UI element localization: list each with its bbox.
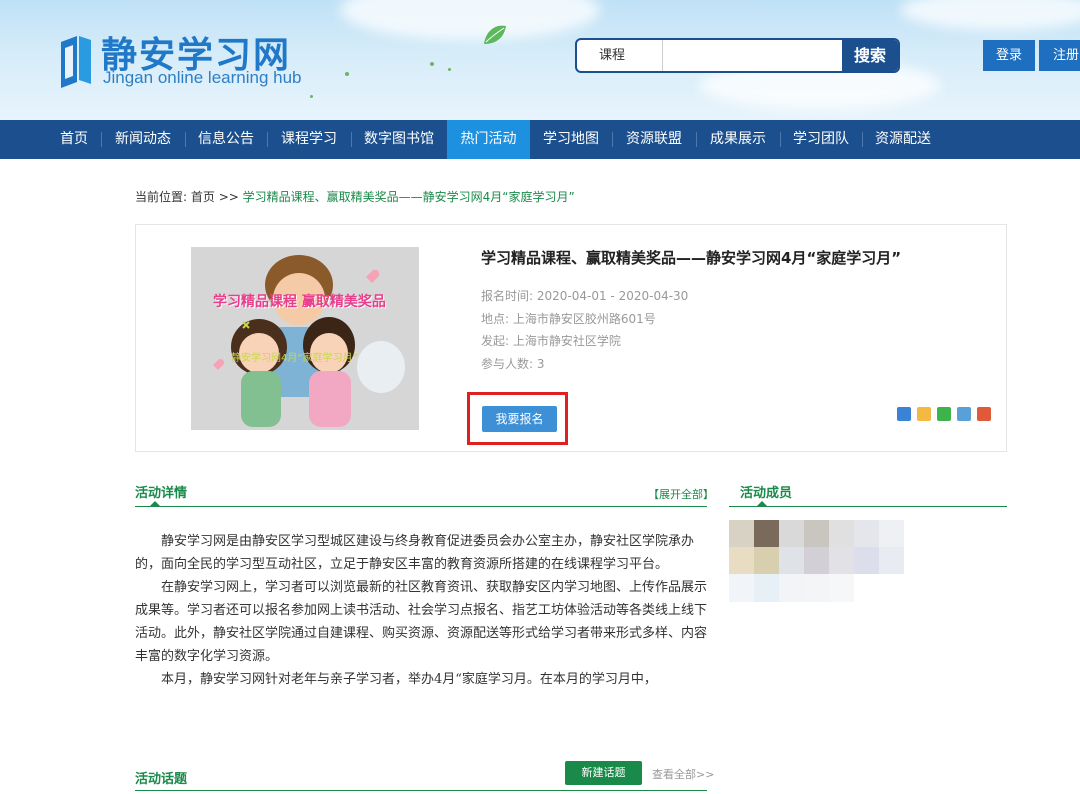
logo-subtitle: Jingan online learning hub xyxy=(103,68,302,87)
nav-item-courses[interactable]: 课程学习 xyxy=(268,120,350,159)
decor-dot xyxy=(448,68,451,71)
location-label: 地点: xyxy=(481,312,510,326)
poster-headline: 学习精品课程 赢取精美奖品 xyxy=(213,294,386,310)
view-all-topics-link[interactable]: 查看全部>> xyxy=(652,766,714,782)
nav-item-home[interactable]: 首页 xyxy=(48,120,100,159)
nav-item-library[interactable]: 数字图书馆 xyxy=(352,120,446,159)
nav-item-achievements[interactable]: 成果展示 xyxy=(697,120,779,159)
location-value: 上海市静安区胶州路601号 xyxy=(512,312,656,326)
login-button[interactable]: 登录 xyxy=(983,40,1035,71)
organizer: 发起: 上海市静安社区学院 xyxy=(481,332,621,349)
cloud-decoration xyxy=(900,0,1080,30)
activity-poster[interactable]: 学习精品课程 赢取精美奖品 静安学习网4月“家庭学习月” xyxy=(191,247,419,430)
location: 地点: 上海市静安区胶州路601号 xyxy=(481,310,656,327)
main-nav: 首页 新闻动态 信息公告 课程学习 数字图书馆 热门活动 学习地图 资源联盟 成… xyxy=(0,120,1080,159)
details-content: 静安学习网是由静安区学习型城区建设与终身教育促进委员会办公室主办，静安社区学院承… xyxy=(135,530,707,691)
new-topic-button[interactable]: 新建话题 xyxy=(565,761,642,785)
participants-label: 参与人数: xyxy=(481,357,534,371)
breadcrumb-prefix: 当前位置: xyxy=(135,190,188,204)
expand-all-link[interactable]: 【展开全部】 xyxy=(648,486,714,502)
signup-highlight-box: 我要报名 xyxy=(467,392,568,445)
decor-dot xyxy=(430,62,434,66)
book-logo-icon xyxy=(61,36,91,88)
details-paragraph: 本月，静安学习网针对老年与亲子学习者，举办4月“家庭学习月。在本月的学习月中， xyxy=(161,672,657,687)
share-qzone-icon[interactable] xyxy=(957,407,971,421)
organizer-value: 上海市静安社区学院 xyxy=(512,334,621,348)
register-button[interactable]: 注册 xyxy=(1039,40,1080,71)
share-weibo-icon[interactable] xyxy=(977,407,991,421)
section-divider xyxy=(729,506,1007,507)
nav-item-resource-alliance[interactable]: 资源联盟 xyxy=(613,120,695,159)
activity-card: 学习精品课程 赢取精美奖品 静安学习网4月“家庭学习月” 学习精品课程、赢取精美… xyxy=(135,224,1007,452)
cloud-decoration xyxy=(340,0,600,40)
search-category-select[interactable]: 课程 xyxy=(577,40,663,71)
nav-item-learning-map[interactable]: 学习地图 xyxy=(531,120,611,159)
share-wechat-icon[interactable] xyxy=(937,407,951,421)
decor-dot xyxy=(345,72,349,76)
topics-section-title: 活动话题 xyxy=(135,772,188,787)
signup-time-value: 2020-04-01 - 2020-04-30 xyxy=(536,289,689,303)
search-input[interactable] xyxy=(664,40,844,71)
search-button[interactable]: 搜索 xyxy=(842,40,898,71)
details-paragraph: 静安学习网是由静安区学习型城区建设与终身教育促进委员会办公室主办，静安社区学院承… xyxy=(135,534,695,572)
nav-item-notices[interactable]: 信息公告 xyxy=(186,120,266,159)
share-plus-icon[interactable] xyxy=(897,407,911,421)
section-divider xyxy=(135,506,707,507)
section-caret xyxy=(757,501,767,506)
activity-title: 学习精品课程、赢取精美奖品——静安学习网4月“家庭学习月” xyxy=(481,249,902,267)
nav-item-hot-activities[interactable]: 热门活动 xyxy=(447,120,530,159)
nav-item-teams[interactable]: 学习团队 xyxy=(781,120,861,159)
details-section-title: 活动详情 xyxy=(135,486,188,501)
breadcrumb-separator: >> xyxy=(218,190,239,204)
organizer-label: 发起: xyxy=(481,334,510,348)
participants-value: 3 xyxy=(536,357,545,371)
member-avatars-blurred[interactable] xyxy=(729,520,905,604)
signup-time: 报名时间: 2020-04-01 - 2020-04-30 xyxy=(481,287,688,304)
signup-button[interactable]: 我要报名 xyxy=(482,406,557,432)
leaf-icon xyxy=(484,25,506,44)
nav-item-news[interactable]: 新闻动态 xyxy=(102,120,184,159)
signup-time-label: 报名时间: xyxy=(481,289,534,303)
members-section-title: 活动成员 xyxy=(740,486,793,501)
decor-dot xyxy=(310,95,313,98)
site-header: 静安学习网 Jingan online learning hub 课程 搜索 登… xyxy=(0,0,1080,120)
section-divider xyxy=(135,790,707,791)
share-qq-icon[interactable] xyxy=(917,407,931,421)
nav-item-resource-delivery[interactable]: 资源配送 xyxy=(863,120,943,159)
family-illustration-icon xyxy=(191,247,419,430)
participants: 参与人数: 3 xyxy=(481,355,545,372)
site-logo[interactable]: 静安学习网 Jingan online learning hub xyxy=(55,26,325,96)
breadcrumb: 当前位置: 首页 >> 学习精品课程、赢取精美奖品——静安学习网4月“家庭学习月… xyxy=(135,188,575,205)
section-caret xyxy=(150,501,160,506)
poster-subline: 静安学习网4月“家庭学习月” xyxy=(231,353,358,364)
search-bar: 课程 搜索 xyxy=(575,38,900,73)
breadcrumb-current: 学习精品课程、赢取精美奖品——静安学习网4月“家庭学习月” xyxy=(242,190,575,204)
details-paragraph: 在静安学习网上，学习者可以浏览最新的社区教育资讯、获取静安区内学习地图、上传作品… xyxy=(135,580,708,664)
breadcrumb-home-link[interactable]: 首页 xyxy=(191,190,215,204)
